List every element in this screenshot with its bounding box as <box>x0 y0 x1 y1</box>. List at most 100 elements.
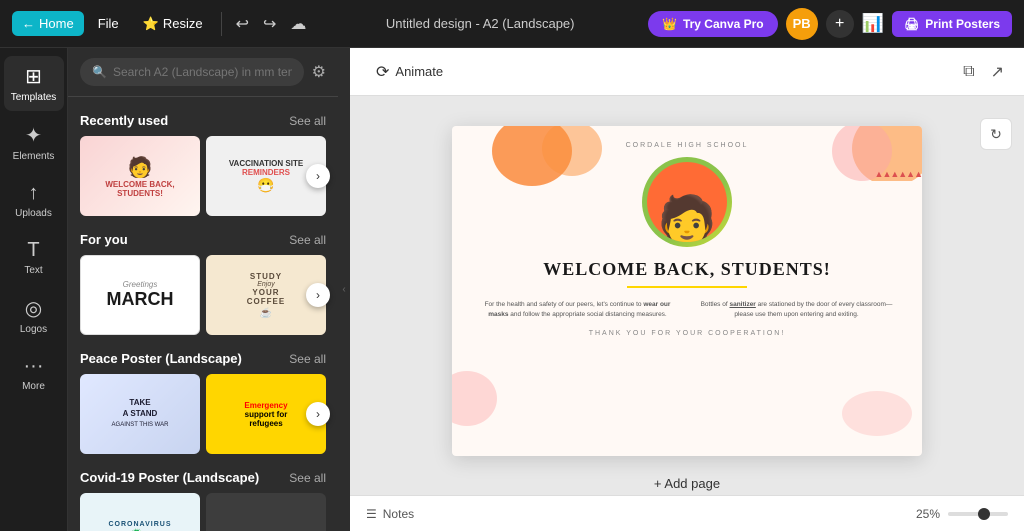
for-you-title: For you <box>80 232 128 247</box>
avatar-initials: PB <box>793 16 811 31</box>
filter-button[interactable]: ⚙ <box>312 62 326 82</box>
file-label: File <box>98 16 119 31</box>
redo-button[interactable]: ↪ <box>257 10 282 38</box>
search-bar: 🔍 ⚙ <box>68 48 338 97</box>
export-button[interactable]: ↗ <box>987 58 1008 86</box>
elements-icon: ✦ <box>25 123 42 148</box>
logos-icon: ◎ <box>25 296 42 321</box>
template-card-take-a-stand[interactable]: TAKEA STANDAGAINST THIS WAR <box>80 374 200 454</box>
resize-icon: ⭐ <box>143 16 159 32</box>
try-canva-button[interactable]: 👑 Try Canva Pro <box>648 11 778 37</box>
search-icon: 🔍 <box>92 65 107 79</box>
undo-button[interactable]: ↩ <box>230 10 255 38</box>
home-icon: ← <box>22 16 35 31</box>
peace-poster-see-all[interactable]: See all <box>289 352 326 366</box>
template-card-welcome-students[interactable]: 🧑 WELCOME BACK,STUDENTS! <box>80 136 200 216</box>
design-title: WELCOME BACK, STUDENTS! <box>476 259 898 280</box>
sidebar-item-templates[interactable]: ⊞ Templates <box>4 56 64 111</box>
zoom-level: 25% <box>916 507 940 521</box>
peace-poster-title: Peace Poster (Landscape) <box>80 351 242 366</box>
print-posters-button[interactable]: 🖨 Print Posters <box>892 11 1012 37</box>
canvas-toolbar-icons: ⧉ ↗ <box>959 58 1008 86</box>
recently-used-scroll-right[interactable]: › <box>306 164 330 188</box>
blob-bottom-left <box>452 371 497 426</box>
covid-poster-grid: CORONAVIRUS🦠 ... <box>80 493 326 531</box>
design-thank-you: THANK YOU FOR YOUR COOPERATION! <box>476 330 898 337</box>
sidebar-item-elements[interactable]: ✦ Elements <box>4 115 64 170</box>
nav-center: Untitled design - A2 (Landscape) <box>316 16 644 31</box>
canvas-area: ⟳ Animate ⧉ ↗ ↻ ▲▲▲▲ <box>350 48 1024 531</box>
avatar-inner: 🧑 <box>647 162 727 242</box>
covid-poster-header: Covid-19 Poster (Landscape) See all <box>80 470 326 485</box>
home-label: Home <box>39 16 74 31</box>
home-button[interactable]: ← Home <box>12 11 84 36</box>
text-icon: T <box>27 239 39 262</box>
recently-used-grid: 🧑 WELCOME BACK,STUDENTS! VACCINATION SIT… <box>80 136 326 216</box>
bottom-bar: ☰ Notes 25% <box>350 495 1024 531</box>
design-underline <box>627 286 747 288</box>
cloud-save-button[interactable]: ☁ <box>284 10 312 38</box>
resize-label: Resize <box>163 16 203 31</box>
sidebar-item-text[interactable]: T Text <box>4 231 64 284</box>
for-you-scroll-right[interactable]: › <box>306 283 330 307</box>
design-body-right: Bottles of sanitizer are stationed by th… <box>695 300 898 320</box>
sidebar-item-logos[interactable]: ◎ Logos <box>4 288 64 343</box>
search-input[interactable] <box>113 65 292 79</box>
animate-button[interactable]: ⟳ Animate <box>366 56 453 88</box>
sidebar-label-more: More <box>22 381 45 392</box>
zoom-slider[interactable] <box>948 512 1008 516</box>
templates-icon: ⊞ <box>25 64 42 89</box>
plus-button[interactable]: + <box>826 10 854 38</box>
resize-button[interactable]: ⭐ Resize <box>133 11 213 37</box>
notes-label: Notes <box>383 507 414 521</box>
copy-button[interactable]: ⧉ <box>959 59 978 85</box>
covid-poster-see-all[interactable]: See all <box>289 471 326 485</box>
notes-button[interactable]: ☰ Notes <box>366 507 414 521</box>
panel-collapse-handle[interactable]: ‹ <box>338 48 350 531</box>
canvas-viewport[interactable]: ▲▲▲▲▲▲ CORDALE HIGH SCHOOL 🧑 WELCOME BAC… <box>350 96 1024 495</box>
user-avatar-button[interactable]: PB <box>786 8 818 40</box>
crown-icon: 👑 <box>662 17 677 31</box>
design-avatar: 🧑 <box>642 157 732 247</box>
zoom-thumb[interactable] <box>978 508 990 520</box>
sidebar-label-uploads: Uploads <box>15 208 52 219</box>
canvas-toolbar: ⟳ Animate ⧉ ↗ <box>350 48 1024 96</box>
design-inner: CORDALE HIGH SCHOOL 🧑 WELCOME BACK, STUD… <box>452 126 922 456</box>
covid-poster-title: Covid-19 Poster (Landscape) <box>80 470 259 485</box>
animate-label: Animate <box>395 64 443 79</box>
template-card-march[interactable]: Greetings MARCH <box>80 255 200 335</box>
panel-content: Recently used See all 🧑 WELCOME BACK,STU… <box>68 97 338 531</box>
recently-used-see-all[interactable]: See all <box>289 114 326 128</box>
try-canva-label: Try Canva Pro <box>683 17 764 31</box>
design-canvas: ▲▲▲▲▲▲ CORDALE HIGH SCHOOL 🧑 WELCOME BAC… <box>452 126 922 456</box>
recently-used-title: Recently used <box>80 113 168 128</box>
peace-poster-header: Peace Poster (Landscape) See all <box>80 351 326 366</box>
peace-poster-scroll-right[interactable]: › <box>306 402 330 426</box>
for-you-see-all[interactable]: See all <box>289 233 326 247</box>
search-input-wrapper[interactable]: 🔍 <box>80 58 304 86</box>
add-page-button[interactable]: + Add page <box>452 466 922 495</box>
undo-redo-controls: ↩ ↪ ☁ <box>230 10 313 38</box>
sidebar-item-uploads[interactable]: ↑ Uploads <box>4 174 64 227</box>
recently-used-header: Recently used See all <box>80 113 326 128</box>
sidebar-label-elements: Elements <box>13 151 55 162</box>
template-card-coronavirus[interactable]: CORONAVIRUS🦠 <box>80 493 200 531</box>
more-icon: ··· <box>24 355 44 378</box>
peace-poster-grid: TAKEA STANDAGAINST THIS WAR Emergencysup… <box>80 374 326 454</box>
sidebar-label-text: Text <box>24 265 42 276</box>
uploads-icon: ↑ <box>29 182 39 205</box>
main-area: ⊞ Templates ✦ Elements ↑ Uploads T Text … <box>0 48 1024 531</box>
document-title: Untitled design - A2 (Landscape) <box>386 16 575 31</box>
file-button[interactable]: File <box>88 11 129 36</box>
blob-bottom-right <box>842 391 912 436</box>
template-panel: 🔍 ⚙ Recently used See all 🧑 WELCOME BACK… <box>68 48 338 531</box>
top-navigation: ← Home File ⭐ Resize ↩ ↪ ☁ Untitled desi… <box>0 0 1024 48</box>
nav-divider <box>221 12 222 36</box>
design-body-text: For the health and safety of our peers, … <box>476 300 898 320</box>
notes-icon: ☰ <box>366 507 377 521</box>
animate-icon: ⟳ <box>376 62 389 82</box>
sidebar-item-more[interactable]: ··· More <box>4 347 64 400</box>
nav-right: 👑 Try Canva Pro PB + 📊 🖨 Print Posters <box>648 8 1012 40</box>
analytics-button[interactable]: 📊 <box>862 13 884 34</box>
template-card-placeholder[interactable]: ... <box>206 493 326 531</box>
